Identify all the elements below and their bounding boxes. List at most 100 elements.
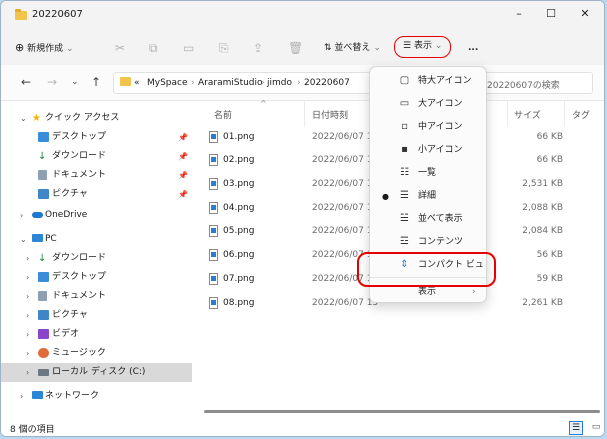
delete-icon[interactable]: 🗑 bbox=[288, 39, 303, 57]
chevron-right-icon: › bbox=[26, 311, 30, 320]
sidebar-item-desktop[interactable]: デスクトップ 📌 bbox=[1, 128, 192, 147]
minimize-button[interactable]: – bbox=[512, 7, 526, 21]
menu-item-details[interactable]: ● ☰ 詳細 bbox=[370, 185, 488, 208]
sidebar-item-pictures[interactable]: ピクチャ 📌 bbox=[1, 185, 192, 204]
file-name: 02.png bbox=[223, 155, 255, 165]
view-button[interactable]: ☰ 表示 ⌄ bbox=[394, 36, 452, 58]
back-icon[interactable]: ← bbox=[21, 75, 31, 89]
image-file-icon bbox=[209, 202, 218, 214]
image-file-icon bbox=[209, 273, 218, 285]
column-header-name[interactable]: 名前 bbox=[214, 108, 232, 121]
path-overflow[interactable]: « bbox=[134, 78, 140, 88]
chevron-right-icon: › bbox=[26, 273, 30, 282]
column-divider[interactable] bbox=[507, 101, 508, 127]
forward-icon[interactable]: → bbox=[47, 75, 57, 89]
menu-item-tiles[interactable]: ☱ 並べて表示 bbox=[370, 208, 488, 231]
up-icon[interactable]: ↑ bbox=[91, 75, 101, 89]
sidebar-item-pc-desktop[interactable]: › デスクトップ bbox=[1, 268, 192, 287]
sidebar-item-pc-documents[interactable]: › ドキュメント bbox=[1, 287, 192, 306]
chevron-down-icon: ⌄ bbox=[65, 44, 74, 54]
view-lines-icon: ☰ bbox=[403, 41, 412, 51]
video-icon bbox=[38, 329, 49, 339]
close-button[interactable]: ✕ bbox=[578, 7, 592, 21]
share-icon[interactable]: ⇪ bbox=[253, 39, 263, 57]
new-button[interactable]: ⊕ 新規作成 ⌄ bbox=[15, 39, 74, 57]
star-icon: ★ bbox=[32, 113, 41, 124]
horizontal-scrollbar[interactable] bbox=[204, 410, 600, 413]
file-size: 66 KB bbox=[536, 155, 563, 165]
maximize-button[interactable]: ☐ bbox=[544, 7, 558, 21]
sidebar-item-local-disk[interactable]: › ローカル ディスク (C:) bbox=[1, 363, 192, 382]
view-label: 表示 bbox=[413, 41, 432, 51]
column-header-size[interactable]: サイズ bbox=[514, 108, 541, 121]
rename-icon[interactable]: ⎘ bbox=[219, 39, 229, 57]
extra-large-icons-icon: ▢ bbox=[399, 75, 410, 86]
medium-icons-icon: ▫ bbox=[401, 121, 408, 132]
pin-icon: 📌 bbox=[178, 133, 188, 142]
sidebar-item-documents[interactable]: ドキュメント 📌 bbox=[1, 166, 192, 185]
menu-item-extra-large-icons[interactable]: ▢ 特大アイコン bbox=[370, 70, 488, 93]
chevron-down-icon: ⌄ bbox=[373, 43, 381, 53]
column-divider[interactable] bbox=[564, 101, 565, 127]
path-segment[interactable]: AraramiStudio bbox=[198, 78, 263, 88]
large-icons-toggle-icon[interactable]: ▭ bbox=[589, 421, 603, 435]
sidebar-item-pc-downloads[interactable]: › ↓ ダウンロード bbox=[1, 249, 192, 268]
menu-item-medium-icons[interactable]: ▫ 中アイコン bbox=[370, 116, 488, 139]
sort-button[interactable]: ⇅ 並べ替え ⌄ bbox=[324, 39, 381, 57]
sidebar-label: OneDrive bbox=[45, 210, 88, 220]
path-separator-icon: › bbox=[191, 78, 195, 88]
pin-icon: 📌 bbox=[178, 190, 188, 199]
details-view-toggle-icon[interactable]: ☰ bbox=[569, 421, 583, 435]
sidebar-label: ミュージック bbox=[52, 348, 106, 358]
folder-icon bbox=[15, 9, 27, 20]
list-view-icon: ☷ bbox=[400, 167, 409, 178]
file-name: 01.png bbox=[223, 132, 255, 142]
compact-view-highlight bbox=[357, 252, 496, 287]
recent-chevron-icon[interactable]: ⌄ bbox=[71, 77, 79, 87]
sidebar-item-onedrive[interactable]: › OneDrive bbox=[1, 206, 192, 225]
sidebar-item-network[interactable]: › ネットワーク bbox=[1, 387, 192, 406]
menu-item-content[interactable]: ☲ コンテンツ bbox=[370, 231, 488, 254]
paste-icon[interactable]: ▭ bbox=[183, 39, 194, 57]
menu-item-label: 並べて表示 bbox=[418, 214, 463, 224]
plus-circle-icon: ⊕ bbox=[15, 41, 25, 54]
file-size: 56 KB bbox=[536, 250, 563, 260]
sidebar-item-pc-videos[interactable]: › ビデオ bbox=[1, 325, 192, 344]
file-size: 2,261 KB bbox=[522, 298, 563, 308]
menu-item-list[interactable]: ☷ 一覧 bbox=[370, 162, 488, 185]
menu-item-small-icons[interactable]: ▪ 小アイコン bbox=[370, 139, 488, 162]
sidebar-label: ピクチャ bbox=[52, 189, 88, 199]
column-divider[interactable] bbox=[304, 101, 305, 127]
chevron-down-icon: ⌄ bbox=[20, 235, 27, 244]
path-box[interactable]: « MySpace › AraramiStudio › jimdo › 2022… bbox=[113, 72, 371, 94]
explorer-window: 20220607 – ☐ ✕ ⊕ 新規作成 ⌄ ✂ ⧉ ▭ ⎘ ⇪ 🗑 ⇅ 並べ… bbox=[0, 0, 605, 437]
cut-icon[interactable]: ✂ bbox=[115, 39, 125, 57]
more-options-button[interactable]: ... bbox=[468, 39, 478, 57]
path-segment[interactable]: MySpace bbox=[147, 78, 188, 88]
tiles-view-icon: ☱ bbox=[400, 213, 409, 224]
content-view-icon: ☲ bbox=[400, 236, 409, 247]
column-header-tag[interactable]: タグ bbox=[572, 108, 590, 121]
desktop-icon bbox=[38, 132, 49, 142]
path-segment[interactable]: jimdo bbox=[267, 78, 292, 88]
path-segment[interactable]: 20220607 bbox=[304, 78, 350, 88]
sidebar-item-pc[interactable]: ⌄ PC bbox=[1, 230, 192, 249]
file-name: 05.png bbox=[223, 226, 255, 236]
file-size: 59 KB bbox=[536, 274, 563, 284]
navigation-pane: ⌄ ★ クイック アクセス デスクトップ 📌 ↓ ダウンロード 📌 ドキュメント… bbox=[1, 101, 192, 419]
sidebar-item-downloads[interactable]: ↓ ダウンロード 📌 bbox=[1, 147, 192, 166]
sidebar-item-quick-access[interactable]: ⌄ ★ クイック アクセス bbox=[1, 109, 192, 128]
network-icon bbox=[32, 391, 43, 399]
sidebar-item-pc-music[interactable]: › ミュージック bbox=[1, 344, 192, 363]
chevron-right-icon: › bbox=[26, 292, 30, 301]
menu-item-large-icons[interactable]: ▭ 大アイコン bbox=[370, 93, 488, 116]
menu-item-label: 中アイコン bbox=[418, 122, 463, 132]
image-file-icon bbox=[209, 178, 218, 190]
column-header-date[interactable]: 日付時刻 bbox=[312, 108, 348, 121]
chevron-right-icon: › bbox=[20, 392, 24, 401]
search-placeholder: 20220607の検索 bbox=[487, 81, 560, 91]
copy-icon[interactable]: ⧉ bbox=[149, 39, 158, 57]
menu-item-label: 大アイコン bbox=[418, 99, 463, 109]
monitor-icon bbox=[32, 234, 43, 242]
sidebar-item-pc-pictures[interactable]: › ピクチャ bbox=[1, 306, 192, 325]
